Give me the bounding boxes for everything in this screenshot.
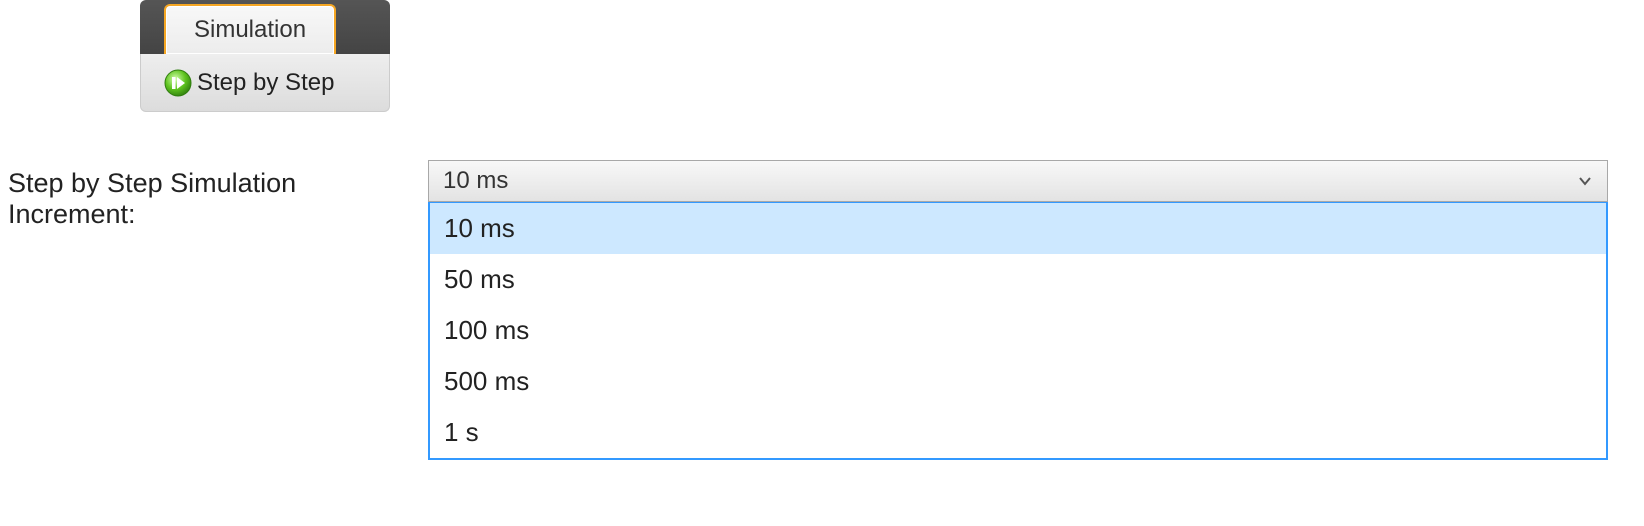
play-step-icon: [163, 68, 193, 98]
increment-dropdown-list: 10 ms 50 ms 100 ms 500 ms 1 s: [428, 202, 1608, 460]
increment-option[interactable]: 500 ms: [430, 356, 1606, 407]
ribbon-body: Step by Step: [140, 54, 390, 112]
increment-option[interactable]: 50 ms: [430, 254, 1606, 305]
step-by-step-label: Step by Step: [197, 69, 334, 97]
increment-field-label: Step by Step Simulation Increment:: [0, 160, 428, 230]
ribbon-fragment: Simulation Step by Step: [140, 0, 390, 112]
increment-dropdown-selected: 10 ms: [443, 167, 508, 195]
increment-option[interactable]: 10 ms: [430, 203, 1606, 254]
step-by-step-button[interactable]: Step by Step: [159, 66, 338, 100]
increment-dropdown-button[interactable]: 10 ms: [428, 160, 1608, 202]
tab-simulation[interactable]: Simulation: [164, 4, 336, 54]
increment-dropdown: 10 ms 10 ms 50 ms 100 ms 500 ms 1 s: [428, 160, 1608, 460]
increment-option[interactable]: 100 ms: [430, 305, 1606, 356]
increment-option[interactable]: 1 s: [430, 407, 1606, 458]
chevron-down-icon: [1577, 173, 1593, 189]
increment-field-row: Step by Step Simulation Increment: 10 ms…: [0, 160, 1644, 460]
ribbon-tab-row: Simulation: [140, 0, 390, 54]
